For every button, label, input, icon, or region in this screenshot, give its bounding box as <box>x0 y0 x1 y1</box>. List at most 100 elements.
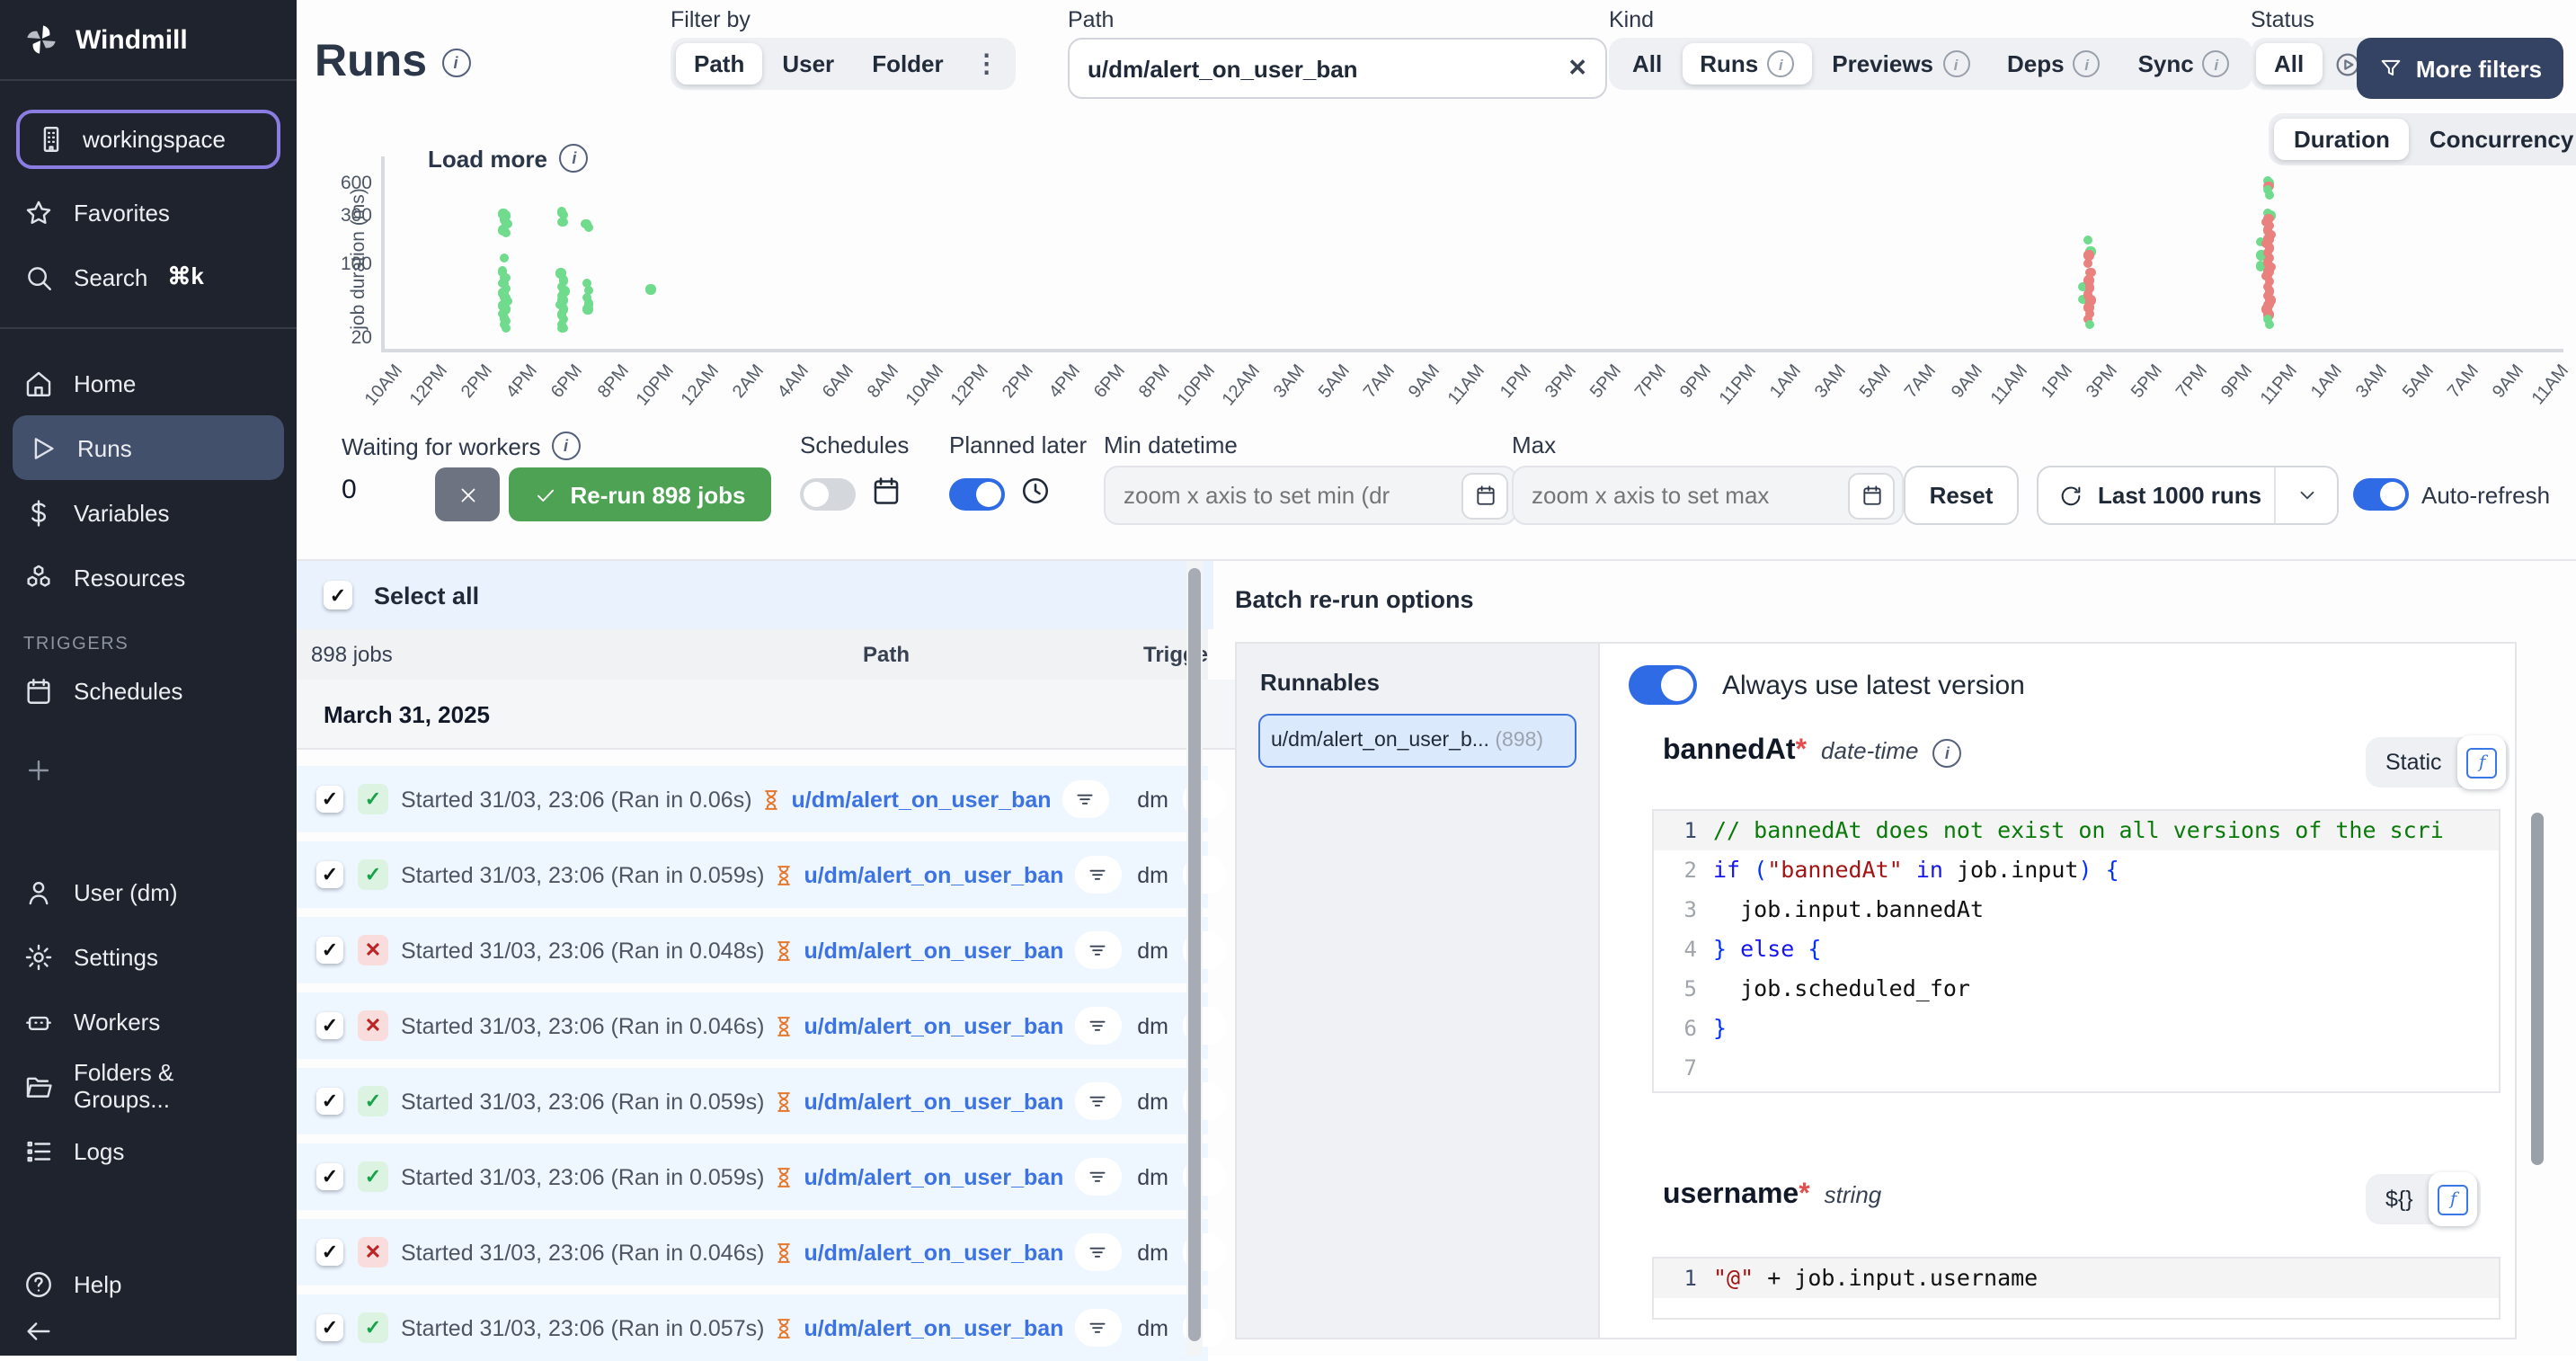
info-icon[interactable]: i <box>1932 739 1961 768</box>
last-runs-button[interactable]: Last 1000 runs <box>2037 466 2339 525</box>
select-all-checkbox[interactable]: ✓ <box>324 581 352 609</box>
min-datetime-field[interactable] <box>1104 466 1517 525</box>
sidebar-item-folders-groups[interactable]: Folders & Groups... <box>0 1054 297 1118</box>
auto-refresh-toggle[interactable] <box>2353 478 2409 511</box>
code-line[interactable]: 7 <box>1654 1048 2499 1088</box>
row-path-link[interactable]: u/dm/alert_on_user_ban <box>804 1315 1063 1340</box>
last-runs-dropdown[interactable] <box>2274 467 2337 523</box>
row-path-link[interactable]: u/dm/alert_on_user_ban <box>804 1013 1063 1038</box>
sidebar-item-variables[interactable]: Variables <box>0 480 297 545</box>
min-datetime-input[interactable] <box>1124 482 1461 509</box>
kind-runs[interactable]: Runsi <box>1682 43 1812 85</box>
runnable-item[interactable]: u/dm/alert_on_user_b... (898) <box>1258 714 1577 768</box>
code-line[interactable]: 5 job.scheduled_for <box>1654 969 2499 1009</box>
row-path-link[interactable]: u/dm/alert_on_user_ban <box>804 1164 1063 1189</box>
javascript-mode-button[interactable]: f <box>2458 735 2507 789</box>
success-run-dot[interactable] <box>646 285 656 295</box>
success-run-dot[interactable] <box>500 254 510 263</box>
row-checkbox[interactable]: ✓ <box>316 786 343 813</box>
kebab-icon[interactable]: ⋮ <box>964 49 1010 79</box>
sidebar-item-home[interactable]: Home <box>0 351 297 415</box>
code-line[interactable]: 6} <box>1654 1009 2499 1048</box>
filter-lines-icon[interactable] <box>1074 1007 1121 1045</box>
app-logo-row[interactable]: Windmill <box>0 0 297 81</box>
code-line[interactable]: 2if ("bannedAt" in job.input) { <box>1654 850 2499 890</box>
success-run-dot[interactable] <box>501 228 511 238</box>
rerun-jobs-button[interactable]: Re-run 898 jobs <box>509 467 771 521</box>
reset-button[interactable]: Reset <box>1904 466 2019 525</box>
filter-by-folder[interactable]: Folder <box>854 43 961 85</box>
row-checkbox[interactable]: ✓ <box>316 1163 343 1190</box>
info-icon[interactable]: i <box>441 48 470 76</box>
add-trigger-button[interactable] <box>0 737 297 802</box>
code-line[interactable]: 1// bannedAt does not exist on all versi… <box>1654 811 2499 850</box>
row-path-link[interactable]: u/dm/alert_on_user_ban <box>792 787 1052 812</box>
success-run-dot[interactable] <box>583 222 593 232</box>
always-latest-toggle[interactable] <box>1629 665 1697 705</box>
filter-lines-icon[interactable] <box>1074 1233 1121 1271</box>
filter-lines-icon[interactable] <box>1074 856 1121 894</box>
success-run-dot[interactable] <box>2264 319 2274 329</box>
success-run-dot[interactable] <box>2083 235 2092 245</box>
code-line[interactable]: 1"@" + job.input.username <box>1654 1259 2499 1298</box>
cancel-selection-button[interactable] <box>435 467 500 521</box>
tab-duration[interactable]: Duration <box>2274 119 2410 160</box>
select-all-row[interactable]: ✓ Select all <box>297 561 1213 629</box>
success-run-dot[interactable] <box>2264 190 2274 200</box>
path-filter-input[interactable]: u/dm/alert_on_user_ban ✕ <box>1068 38 1607 99</box>
schedules-toggle[interactable] <box>800 478 856 511</box>
bannedAt-code-editor[interactable]: 1// bannedAt does not exist on all versi… <box>1652 809 2500 1093</box>
sidebar-item-runs[interactable]: Runs <box>13 415 284 480</box>
table-row[interactable]: ✓ ✓ Started 31/03, 23:06 (Ran in 0.06s) … <box>297 766 1208 832</box>
success-run-dot[interactable] <box>582 305 592 315</box>
max-datetime-input[interactable] <box>1532 482 1848 509</box>
table-row[interactable]: ✓ ✓ Started 31/03, 23:06 (Ran in 0.059s)… <box>297 1068 1208 1134</box>
sidebar-item-favorites[interactable]: Favorites <box>0 180 297 245</box>
table-row[interactable]: ✓ ✓ Started 31/03, 23:06 (Ran in 0.059s)… <box>297 1143 1208 1210</box>
max-calendar-button[interactable] <box>1848 472 1895 519</box>
tab-concurrency[interactable]: Concurrency <box>2410 119 2576 160</box>
row-path-link[interactable]: u/dm/alert_on_user_ban <box>804 938 1063 963</box>
planned-later-toggle[interactable] <box>949 478 1005 511</box>
kind-previews[interactable]: Previewsi <box>1814 43 1987 85</box>
table-row[interactable]: ✓ ✕ Started 31/03, 23:06 (Ran in 0.048s)… <box>297 917 1208 983</box>
panel-scrollbar-thumb[interactable] <box>2531 813 2544 1165</box>
filter-lines-icon[interactable] <box>1074 931 1121 969</box>
kind-all[interactable]: All <box>1614 43 1680 85</box>
code-line[interactable]: 4} else { <box>1654 930 2499 969</box>
template-mode-button[interactable]: ${} <box>2369 1187 2429 1212</box>
table-row[interactable]: ✓ ✕ Started 31/03, 23:06 (Ran in 0.046s)… <box>297 1219 1208 1285</box>
sidebar-item-schedules[interactable]: Schedules <box>0 658 297 723</box>
row-checkbox[interactable]: ✓ <box>316 1012 343 1039</box>
code-line[interactable]: 3 job.input.bannedAt <box>1654 890 2499 930</box>
status-all[interactable]: All <box>2256 43 2322 85</box>
sidebar-item-user[interactable]: User (dm) <box>0 859 297 924</box>
table-row[interactable]: ✓ ✓ Started 31/03, 23:06 (Ran in 0.057s)… <box>297 1294 1208 1361</box>
row-checkbox[interactable]: ✓ <box>316 861 343 888</box>
filter-lines-icon[interactable] <box>1074 1309 1121 1347</box>
success-run-dot[interactable] <box>501 323 511 333</box>
success-run-dot[interactable] <box>557 218 567 227</box>
table-scrollbar-thumb[interactable] <box>1188 568 1201 1341</box>
row-path-link[interactable]: u/dm/alert_on_user_ban <box>804 1240 1063 1265</box>
filter-by-path[interactable]: Path <box>676 43 762 85</box>
sidebar-item-workers[interactable]: Workers <box>0 989 297 1054</box>
sidebar-item-resources[interactable]: Resources <box>0 545 297 609</box>
filter-lines-icon[interactable] <box>1074 1158 1121 1196</box>
load-more-label[interactable]: Load more i <box>428 144 589 173</box>
collapse-sidebar-button[interactable] <box>0 1309 297 1352</box>
sidebar-item-help[interactable]: Help <box>0 1259 297 1309</box>
success-run-dot[interactable] <box>2084 319 2094 329</box>
row-checkbox[interactable]: ✓ <box>316 1314 343 1341</box>
javascript-mode-button[interactable]: f <box>2429 1172 2478 1226</box>
table-row[interactable]: ✓ ✕ Started 31/03, 23:06 (Ran in 0.046s)… <box>297 992 1208 1059</box>
success-run-dot[interactable] <box>558 323 568 333</box>
min-calendar-button[interactable] <box>1461 472 1508 519</box>
max-datetime-field[interactable] <box>1512 466 1904 525</box>
kind-sync[interactable]: Synci <box>2120 43 2248 85</box>
row-checkbox[interactable]: ✓ <box>316 1239 343 1266</box>
row-checkbox[interactable]: ✓ <box>316 937 343 964</box>
more-filters-button[interactable]: More filters <box>2357 38 2563 99</box>
failure-run-dot[interactable] <box>2083 258 2092 268</box>
row-checkbox[interactable]: ✓ <box>316 1088 343 1115</box>
